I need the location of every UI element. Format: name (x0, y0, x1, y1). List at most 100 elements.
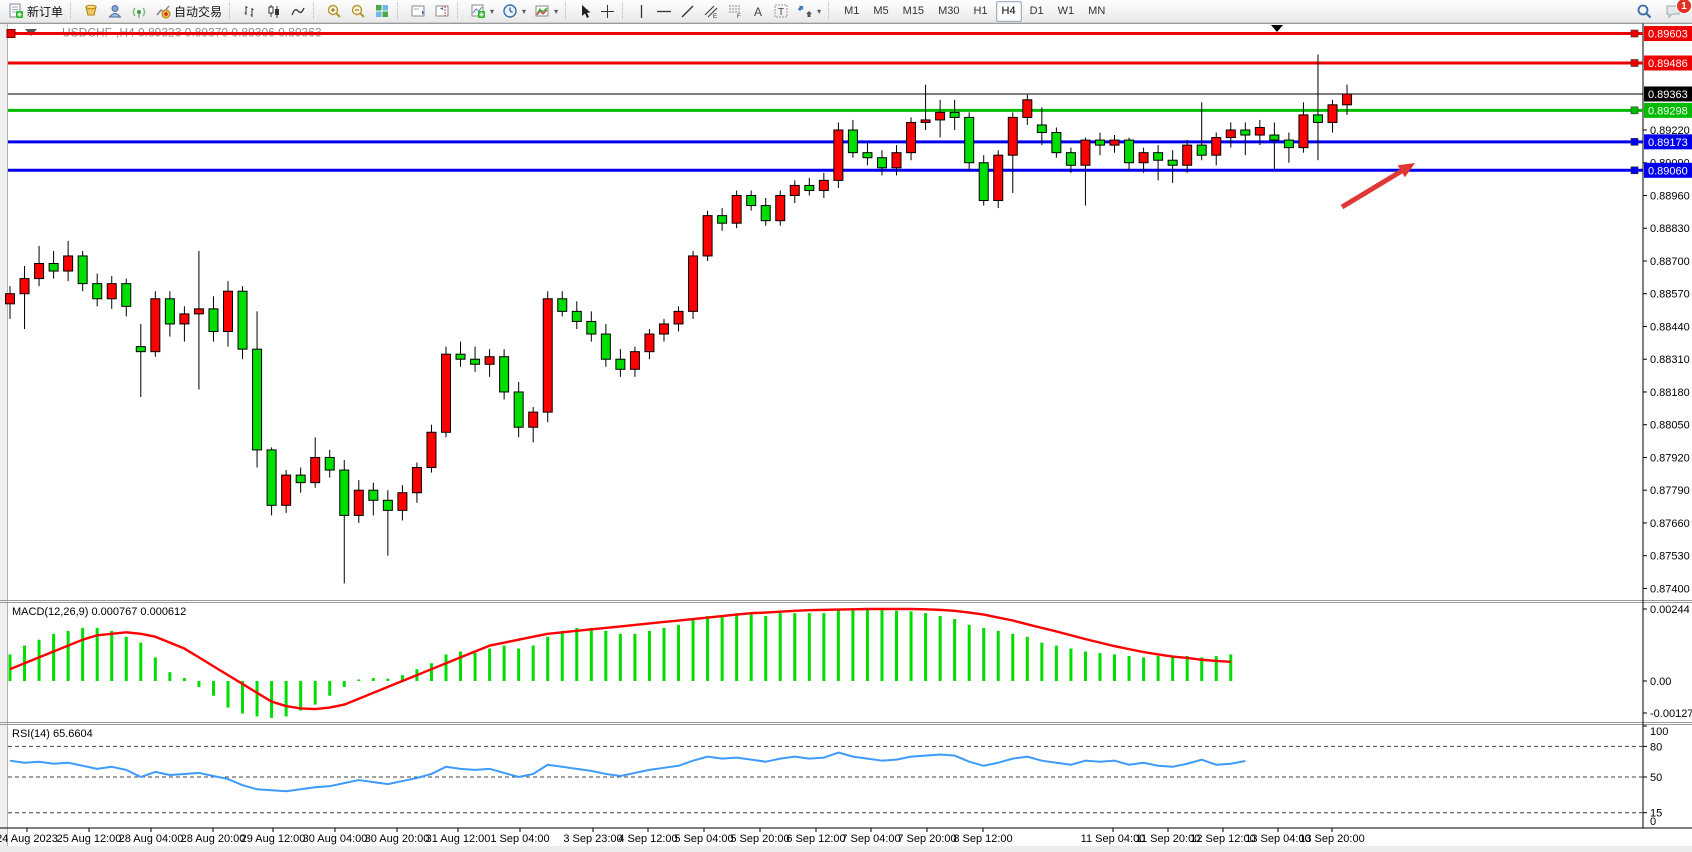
candle-body (689, 256, 698, 311)
time-axis-label: 30 Aug 20:00 (365, 833, 430, 845)
candle-body (965, 117, 974, 162)
templates-button[interactable]: ▾ (530, 2, 562, 20)
time-axis-label: 7 Sep 20:00 (897, 833, 956, 845)
signal-button[interactable] (127, 2, 151, 20)
timeframe-h1-button[interactable]: H1 (967, 1, 993, 22)
price-axis-tick: 0.88830 (1650, 223, 1690, 235)
cursor-tool-button[interactable] (574, 2, 596, 20)
market-watch-button[interactable] (79, 2, 103, 20)
candle-body (6, 294, 15, 304)
auto-trading-label: 自动交易 (174, 3, 222, 20)
chart-window[interactable]: USDCHF-,H4 0.89323 0.89370 0.89306 0.893… (0, 23, 1692, 846)
new-order-button[interactable]: 新订单 (4, 2, 67, 20)
fibonacci-tool-button[interactable]: F (723, 2, 747, 20)
rsi-axis-label: 0 (1650, 816, 1656, 828)
line-handle-icon[interactable] (1631, 60, 1638, 67)
macd-hist-bar (939, 616, 942, 681)
candle-body (936, 112, 945, 120)
macd-hist-bar (1026, 637, 1029, 681)
timeframe-h4-button[interactable]: H4 (996, 1, 1022, 22)
timeframe-m5-button[interactable]: M5 (867, 1, 894, 22)
macd-hist-bar (197, 681, 200, 687)
candlestick-chart-icon (266, 3, 282, 19)
line-handle-icon[interactable] (1631, 107, 1638, 114)
line-handle-icon[interactable] (7, 30, 15, 38)
profile-button[interactable] (103, 2, 127, 20)
candle-body (950, 112, 959, 117)
macd-hist-bar (226, 681, 229, 708)
notifications-button[interactable]: 1 (1661, 2, 1686, 20)
timeframe-w1-button[interactable]: W1 (1052, 1, 1081, 22)
search-button[interactable] (1632, 2, 1657, 20)
candle-body (1125, 140, 1134, 163)
templates-icon (534, 3, 550, 19)
candle-body (601, 334, 610, 359)
line-handle-icon[interactable] (1631, 167, 1638, 174)
macd-hist-bar (357, 680, 360, 681)
macd-hist-bar (662, 628, 665, 681)
macd-hist-bar (1113, 654, 1116, 681)
svg-text:0.89060: 0.89060 (1648, 165, 1688, 177)
macd-hist-bar (1011, 634, 1014, 681)
macd-hist-bar (793, 613, 796, 681)
trendline-tool-button[interactable] (676, 2, 699, 20)
indicators-button[interactable]: ▾ (466, 2, 498, 20)
vertical-line-icon (635, 4, 648, 19)
candle-body (732, 195, 741, 223)
zoom-in-button[interactable] (322, 2, 346, 20)
svg-text:F: F (737, 14, 741, 19)
macd-hist-bar (328, 681, 331, 696)
timeframe-m15-button[interactable]: M15 (897, 1, 930, 22)
candle-body (892, 153, 901, 168)
candle-body (703, 216, 712, 256)
market-watch-icon (83, 3, 99, 19)
crosshair-tool-button[interactable] (596, 2, 619, 20)
candle-body (1183, 145, 1192, 165)
line-chart-mode-button[interactable] (286, 2, 310, 20)
zoom-out-button[interactable] (346, 2, 370, 20)
time-axis-label: 29 Aug 12:00 (241, 833, 306, 845)
time-axis-label: 3 Sep 23:00 (563, 833, 622, 845)
auto-trading-button[interactable]: 自动交易 (151, 2, 226, 20)
macd-hist-bar (677, 625, 680, 681)
timeframe-d1-button[interactable]: D1 (1024, 1, 1050, 22)
macd-hist-bar (575, 628, 578, 681)
candle-body (1110, 140, 1119, 145)
price-axis-tick: 0.88570 (1650, 289, 1690, 301)
time-axis-label: 28 Aug 20:00 (181, 833, 246, 845)
bar-chart-mode-button[interactable] (238, 2, 262, 20)
macd-hist-bar (721, 616, 724, 681)
vertical-line-tool-button[interactable] (631, 2, 652, 20)
timeframe-m30-button[interactable]: M30 (932, 1, 965, 22)
chart-canvas[interactable]: USDCHF-,H4 0.89323 0.89370 0.89306 0.893… (0, 23, 1692, 846)
candle-body (1008, 117, 1017, 155)
periods-button[interactable]: ▾ (498, 2, 530, 20)
crosshair-icon (600, 4, 615, 19)
auto-scroll-button[interactable] (406, 2, 430, 20)
tile-windows-button[interactable] (370, 2, 394, 20)
arrows-tool-button[interactable]: ▾ (793, 2, 825, 20)
macd-hist-bar (1069, 649, 1072, 681)
candle-body (1095, 140, 1104, 145)
toolbar-separator (70, 3, 75, 19)
macd-hist-bar (1098, 653, 1101, 681)
text-label-tool-button[interactable]: T (769, 2, 793, 20)
timeframe-m1-button[interactable]: M1 (838, 1, 865, 22)
time-axis-label: 30 Aug 04:00 (303, 833, 368, 845)
text-tool-button[interactable]: A (747, 2, 769, 20)
price-axis-tick: 0.88960 (1650, 190, 1690, 202)
horizontal-line-tool-button[interactable] (652, 2, 676, 20)
candlestick-mode-button[interactable] (262, 2, 286, 20)
channel-tool-button[interactable]: E (699, 2, 723, 20)
toolbar-separator (397, 3, 402, 19)
macd-hist-bar (299, 681, 302, 711)
macd-hist-bar (1040, 643, 1043, 681)
line-handle-icon[interactable] (1631, 30, 1638, 37)
candle-body (1284, 140, 1293, 148)
timeframe-mn-button[interactable]: MN (1082, 1, 1111, 22)
candle-body (20, 279, 29, 294)
toolbar-separator (457, 3, 462, 19)
line-handle-icon[interactable] (1631, 138, 1638, 145)
macd-hist-bar (822, 613, 825, 681)
chart-shift-button[interactable] (430, 2, 454, 20)
